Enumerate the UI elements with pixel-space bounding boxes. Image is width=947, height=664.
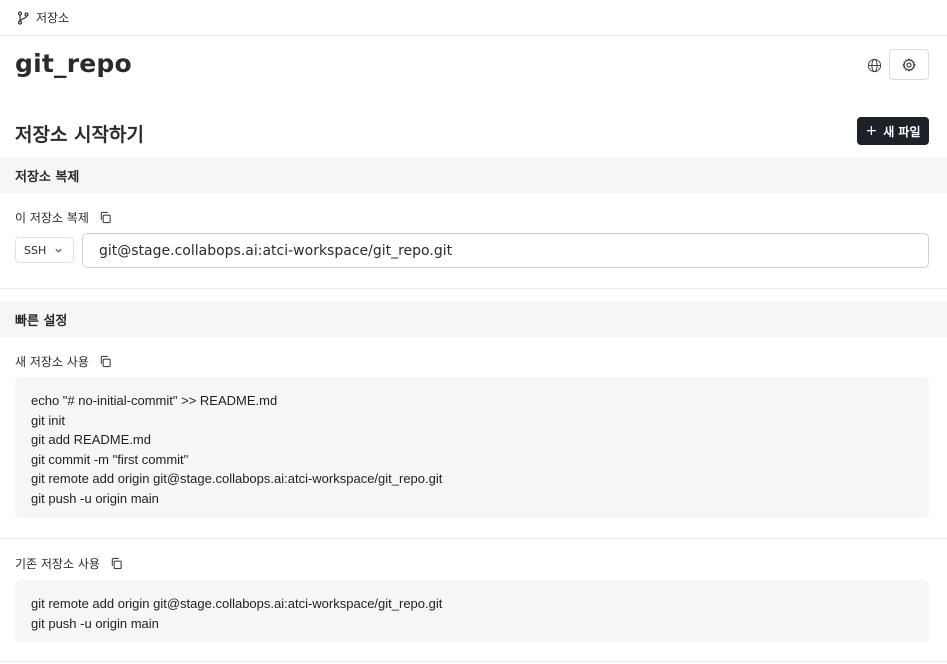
new-repo-label-row: 새 저장소 사용 bbox=[15, 353, 113, 370]
gear-icon bbox=[902, 57, 916, 72]
code-line: git remote add origin git@stage.collabop… bbox=[31, 596, 443, 611]
clone-section-header: 저장소 복제 bbox=[0, 157, 947, 193]
protocol-value: SSH bbox=[24, 243, 47, 257]
page-title: git_repo bbox=[15, 49, 132, 78]
code-line: git push -u origin main bbox=[31, 615, 159, 631]
copy-icon[interactable] bbox=[99, 211, 113, 225]
code-line: git remote add origin git@stage.collabop… bbox=[31, 471, 443, 487]
divider bbox=[0, 288, 947, 289]
new-repo-code-block: echo "# no-initial-commit" >> README.md … bbox=[15, 377, 929, 518]
divider bbox=[0, 538, 947, 539]
clone-field-label: 이 저장소 복제 bbox=[15, 211, 89, 225]
code-line: git commit -m "first commit" bbox=[31, 451, 189, 467]
quick-setup-section-header: 빠른 설정 bbox=[0, 301, 947, 337]
code-line: git add README.md bbox=[31, 432, 151, 448]
copy-icon[interactable] bbox=[110, 557, 124, 571]
new-file-label: 새 파일 bbox=[883, 124, 921, 139]
section-heading: 저장소 시작하기 bbox=[15, 124, 144, 146]
code-line: git push -u origin main bbox=[31, 490, 159, 506]
copy-icon[interactable] bbox=[99, 355, 113, 369]
breadcrumb-label[interactable]: 저장소 bbox=[36, 9, 69, 26]
clone-label-row: 이 저장소 복제 bbox=[15, 209, 113, 226]
plus-icon: + bbox=[865, 123, 878, 139]
clone-url-input[interactable] bbox=[82, 233, 929, 268]
protocol-select[interactable]: SSH bbox=[15, 237, 74, 263]
divider bbox=[0, 661, 947, 662]
existing-repo-label-row: 기존 저장소 사용 bbox=[15, 555, 124, 572]
new-repo-label: 새 저장소 사용 bbox=[15, 355, 89, 369]
existing-repo-code-block: git remote add origin git@stage.collabop… bbox=[15, 580, 929, 642]
chevron-down-icon bbox=[54, 246, 63, 255]
existing-repo-label: 기존 저장소 사용 bbox=[15, 557, 100, 571]
new-file-button[interactable]: + 새 파일 bbox=[857, 117, 929, 145]
globe-icon[interactable] bbox=[864, 55, 884, 75]
code-line: echo "# no-initial-commit" >> README.md bbox=[31, 393, 278, 408]
breadcrumb-bar: 저장소 bbox=[0, 0, 947, 36]
code-line: git init bbox=[31, 412, 65, 428]
branch-icon bbox=[16, 10, 30, 25]
settings-button[interactable] bbox=[889, 49, 929, 80]
